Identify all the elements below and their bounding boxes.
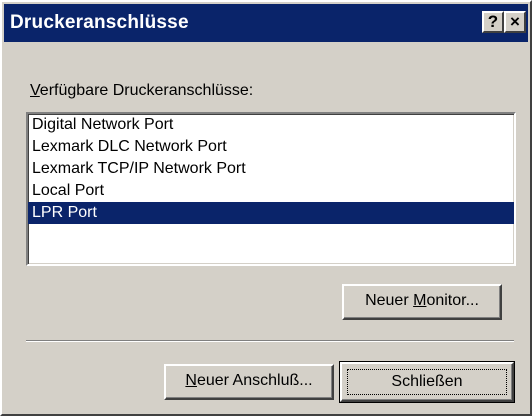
list-item[interactable]: Lexmark TCP/IP Network Port	[28, 158, 514, 180]
new-monitor-label-post: onitor...	[426, 292, 479, 309]
new-monitor-accelerator: M	[413, 292, 427, 309]
dialog-title: Druckeranschlüsse	[10, 12, 189, 33]
close-button-label: Schließen	[347, 369, 507, 395]
list-item[interactable]: Lexmark DLC Network Port	[28, 136, 514, 158]
new-port-label-post: euer Anschluß...	[196, 372, 313, 389]
new-monitor-button[interactable]: Neuer Monitor...	[342, 284, 502, 320]
title-bar[interactable]: Druckeranschlüsse ? ×	[4, 4, 528, 42]
close-icon[interactable]: ×	[504, 11, 526, 33]
new-port-accelerator: N	[185, 372, 197, 389]
help-button[interactable]: ?	[482, 11, 504, 33]
close-button[interactable]: Schließen	[339, 361, 515, 403]
new-monitor-label-pre: Neuer	[365, 292, 414, 309]
label-text: erfügbare Druckeranschlüsse:	[39, 82, 254, 99]
label-accelerator: V	[30, 82, 40, 99]
separator	[26, 340, 514, 342]
list-item[interactable]: LPR Port	[28, 202, 514, 224]
available-ports-label: Verfügbare Druckeranschlüsse:	[30, 82, 253, 100]
list-item[interactable]: Local Port	[28, 180, 514, 202]
ports-listbox[interactable]: Digital Network Port Lexmark DLC Network…	[26, 112, 516, 266]
printer-ports-dialog: Druckeranschlüsse ? × Verfügbare Drucker…	[0, 0, 532, 416]
list-item[interactable]: Digital Network Port	[28, 114, 514, 136]
new-port-button[interactable]: Neuer Anschluß...	[164, 364, 334, 400]
